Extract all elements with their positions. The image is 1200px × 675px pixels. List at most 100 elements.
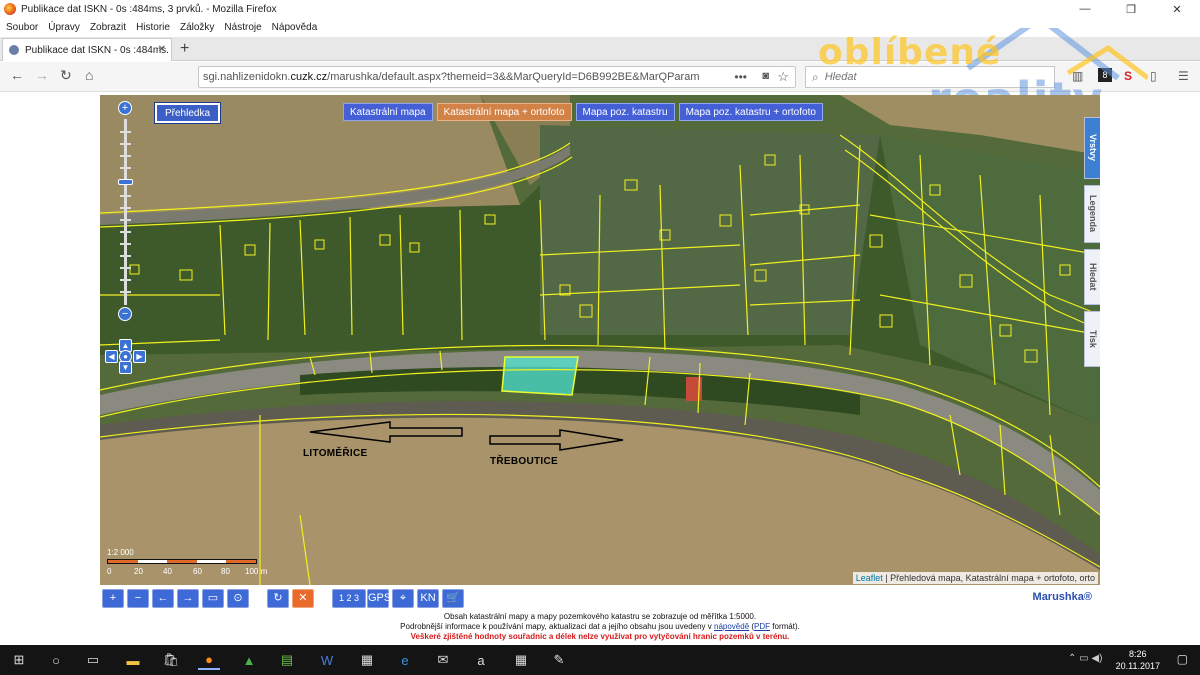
info-tool-button[interactable]: ⊙ [227,589,249,608]
clock[interactable]: 8:26 20.11.2017 [1116,648,1160,672]
app-green-icon[interactable]: ▲ [238,650,260,670]
calendar-icon[interactable]: ▦ [510,650,532,670]
menu-nastroje[interactable]: Nástroje [224,22,261,33]
menu-soubor[interactable]: Soubor [6,22,38,33]
pan-down-icon[interactable]: ▼ [119,361,132,374]
arrow-right-icon [489,429,624,451]
task-view-icon[interactable]: ▭ [82,650,104,670]
info-line1: Obsah katastrální mapy a mapy pozemkovéh… [443,612,757,621]
zoom-tick [120,155,131,157]
page-actions-icon[interactable]: ••• [734,70,747,84]
map-attribution: Leaflet | Přehledová mapa, Katastrální m… [852,572,1098,584]
edge-icon[interactable]: e [394,650,416,670]
zoom-out-button[interactable]: − [118,307,132,321]
word-icon[interactable]: W [316,650,338,670]
firefox-taskbar-icon[interactable]: ● [198,650,220,670]
store-icon[interactable]: 🛍 [160,650,182,670]
locate-button[interactable]: ⌖ [392,589,414,608]
scale-tick: 0 [107,567,112,576]
zoom-slider[interactable]: + − [118,101,134,323]
side-tab-print[interactable]: Tisk [1084,311,1100,367]
scale-tick: 40 [163,567,172,576]
zoom-tick [120,195,131,197]
new-tab-button[interactable]: + [180,40,189,58]
amazon-icon[interactable]: a [470,650,492,670]
label-litomerice: LITOMĚŘICE [303,448,368,459]
calculator-icon[interactable]: ▦ [356,650,378,670]
spreadsheet-icon[interactable]: ▤ [276,650,298,670]
menu-zobrazit[interactable]: Zobrazit [90,22,126,33]
bookmark-star-icon[interactable]: ☆ [777,69,789,85]
layer-land-map[interactable]: Mapa poz. katastru [575,103,675,121]
file-explorer-icon[interactable]: ▬ [122,650,144,670]
leaflet-link[interactable]: Leaflet [856,573,883,583]
paint-icon[interactable]: ✎ [548,650,570,670]
measure-button[interactable]: 1 2 3 [332,589,366,608]
side-tab-layers[interactable]: Vrstvy [1084,117,1100,179]
pocket-icon[interactable]: ◙ [762,70,769,82]
tray-icons[interactable]: ⌃ ▭ ◀) [1068,653,1102,664]
layer-cadastral-map[interactable]: Katastrální mapa [343,103,433,121]
info-line2: Podrobnější informace k používání mapy, … [400,622,800,631]
zoom-out-tool-button[interactable]: − [127,589,149,608]
zoom-track[interactable] [124,119,127,305]
refresh-button[interactable]: ↻ [267,589,289,608]
sidebar-icon[interactable]: ▯ [1150,69,1157,83]
tab-iskn[interactable]: Publikace dat ISKN - 0s :484ms. ✕ [2,38,172,61]
cart-icon[interactable]: 🛒 [442,589,464,608]
maximize-button[interactable]: ❐ [1108,0,1154,18]
menu-hamburger-icon[interactable]: ☰ [1178,69,1189,83]
site-favicon-icon [9,45,19,55]
zoom-tick [120,255,131,257]
pan-left-icon[interactable]: ◀ [105,350,118,363]
pdf-link[interactable]: PDF [754,622,770,631]
info-warning: Veškeré zjištěné hodnoty souřadnic a dél… [410,632,790,641]
back-button[interactable]: ← [10,67,24,83]
side-panel-tabs: Vrstvy Legenda Hledat Tisk [1084,117,1100,373]
scale-tick: 60 [193,567,202,576]
cadastral-map[interactable]: Přehledka Katastrální mapa Katastrální m… [100,95,1100,585]
next-view-button[interactable]: → [177,589,199,608]
reload-button[interactable]: ↻ [60,67,72,84]
zoom-knob[interactable] [118,179,133,185]
zoom-box-button[interactable]: ▭ [202,589,224,608]
map-ortophoto[interactable] [100,95,1100,585]
zoom-in-tool-button[interactable]: + [102,589,124,608]
tab-close-icon[interactable]: ✕ [158,44,166,55]
minimize-button[interactable]: — [1062,0,1108,18]
s-addon-icon[interactable]: S [1124,69,1132,83]
side-tab-search[interactable]: Hledat [1084,249,1100,305]
library-icon[interactable]: ▥ [1072,69,1083,83]
close-button[interactable]: ✕ [1154,0,1200,18]
gps-button[interactable]: GPS [367,589,391,608]
search-input[interactable] [824,71,1025,83]
url-text[interactable]: sgi.nahlizenidokn.cuzk.cz/marushka/defau… [203,71,723,83]
overview-button[interactable]: Přehledka [155,103,221,123]
clock-date: 20.11.2017 [1115,661,1160,671]
layer-land-map-orthophoto[interactable]: Mapa poz. katastru + ortofoto [678,103,823,121]
layer-cadastral-orthophoto[interactable]: Katastrální mapa + ortofoto [436,103,572,121]
addon-icon[interactable]: 8 [1098,68,1112,82]
menu-historie[interactable]: Historie [136,22,170,33]
previous-view-button[interactable]: ← [152,589,174,608]
search-taskbar-icon[interactable]: ○ [45,650,67,670]
search-bar[interactable]: ⌕ [805,66,1055,88]
url-bar[interactable]: ⓘ sgi.nahlizenidokn.cuzk.cz/marushka/def… [198,66,796,88]
side-tab-legend[interactable]: Legenda [1084,185,1100,243]
mail-icon[interactable]: ✉ [432,650,454,670]
notification-icon[interactable]: ▢ [1177,652,1188,666]
clear-button[interactable]: ✕ [292,589,314,608]
menu-napoveda[interactable]: Nápověda [272,22,318,33]
start-windows-icon[interactable]: ⊞ [8,650,30,670]
help-link[interactable]: nápovědě [714,622,749,631]
forward-button[interactable]: → [35,67,49,83]
menu-zalozky[interactable]: Záložky [180,22,214,33]
pan-control[interactable]: ▲ ◀ ● ▶ ▼ [104,339,148,375]
zoom-in-button[interactable]: + [118,101,132,115]
scale-tick: 100 m [245,567,268,576]
marushka-logo: Marushka® [1032,591,1092,603]
home-button[interactable]: ⌂ [85,67,93,83]
kn-button[interactable]: KN [417,589,439,608]
menu-upravy[interactable]: Úpravy [48,22,80,33]
pan-right-icon[interactable]: ▶ [133,350,146,363]
